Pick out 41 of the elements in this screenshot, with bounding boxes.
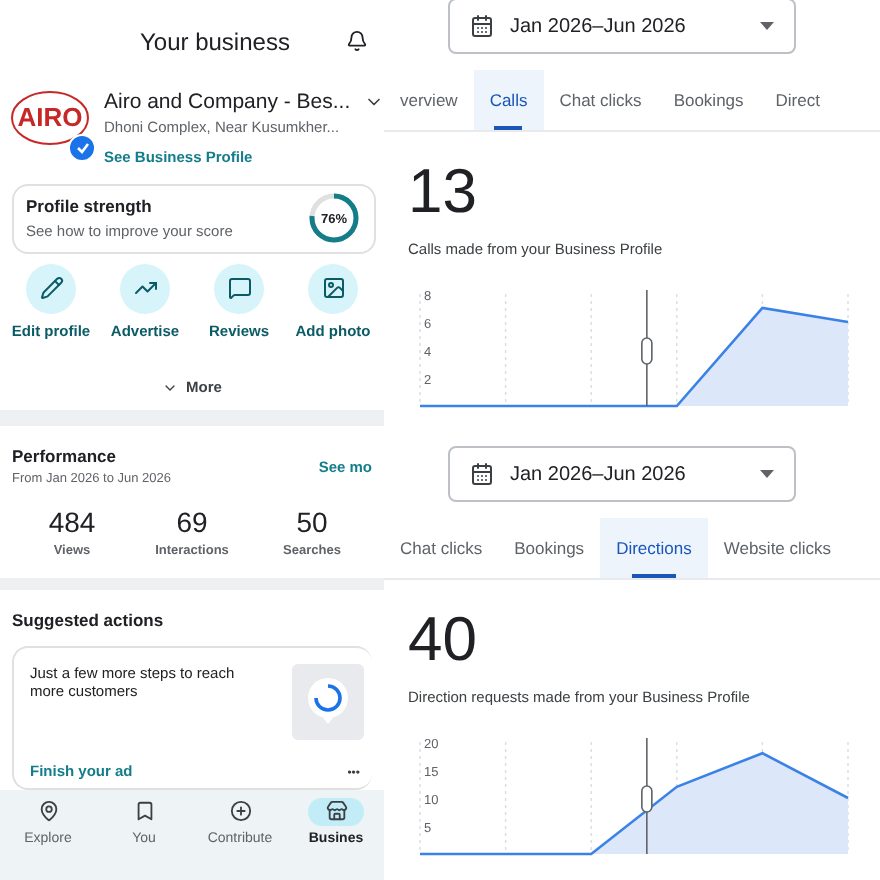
page-title: Your business: [140, 27, 290, 56]
bookmark-icon: [133, 800, 155, 823]
action-button[interactable]: [26, 263, 76, 314]
stat-value: 50: [294, 505, 330, 538]
business-name: Airo and Company - Bes...: [104, 90, 351, 115]
pin-drawing: [292, 663, 364, 740]
scrubber-handle[interactable]: [641, 289, 653, 407]
stat-value: 484: [46, 505, 98, 538]
action-button[interactable]: [214, 263, 264, 314]
tab[interactable]: Chat clicks: [384, 518, 499, 578]
action-button[interactable]: [308, 263, 358, 314]
caret-icon: [760, 470, 774, 478]
tab[interactable]: Chat clicks: [543, 70, 658, 130]
stat-value: 69: [174, 505, 210, 538]
pin-icon: [37, 800, 59, 823]
store-icon: [325, 800, 347, 823]
nav-button[interactable]: [308, 797, 364, 826]
tab[interactable]: Bookings: [657, 70, 760, 130]
tab[interactable]: Direct: [759, 70, 836, 130]
tab[interactable]: verview: [384, 70, 474, 130]
caret-icon: [760, 22, 774, 30]
bell-icon[interactable]: [346, 30, 368, 53]
image-icon: [321, 276, 345, 301]
tab[interactable]: Bookings: [498, 518, 601, 578]
tab[interactable]: Calls: [473, 70, 544, 130]
tab[interactable]: Directions: [600, 518, 708, 578]
section-title: Suggested actions: [12, 609, 166, 630]
pencil-icon: [39, 276, 63, 301]
tab[interactable]: Website clicks: [707, 518, 848, 578]
total-count: 13: [408, 156, 479, 228]
plus-icon: [229, 800, 251, 823]
calendar-icon: [470, 14, 494, 38]
card-title: Profile strength: [26, 196, 154, 217]
date-range-dropdown[interactable]: Jan 2026–Jun 2026: [448, 446, 796, 502]
action-button[interactable]: [120, 263, 170, 314]
review-icon: [227, 276, 251, 301]
date-range-dropdown[interactable]: Jan 2026–Jun 2026: [448, 0, 796, 54]
scrubber-handle[interactable]: [641, 737, 653, 855]
total-count: 40: [408, 604, 479, 676]
calendar-icon: [470, 462, 494, 486]
section-title: Performance: [12, 445, 118, 466]
